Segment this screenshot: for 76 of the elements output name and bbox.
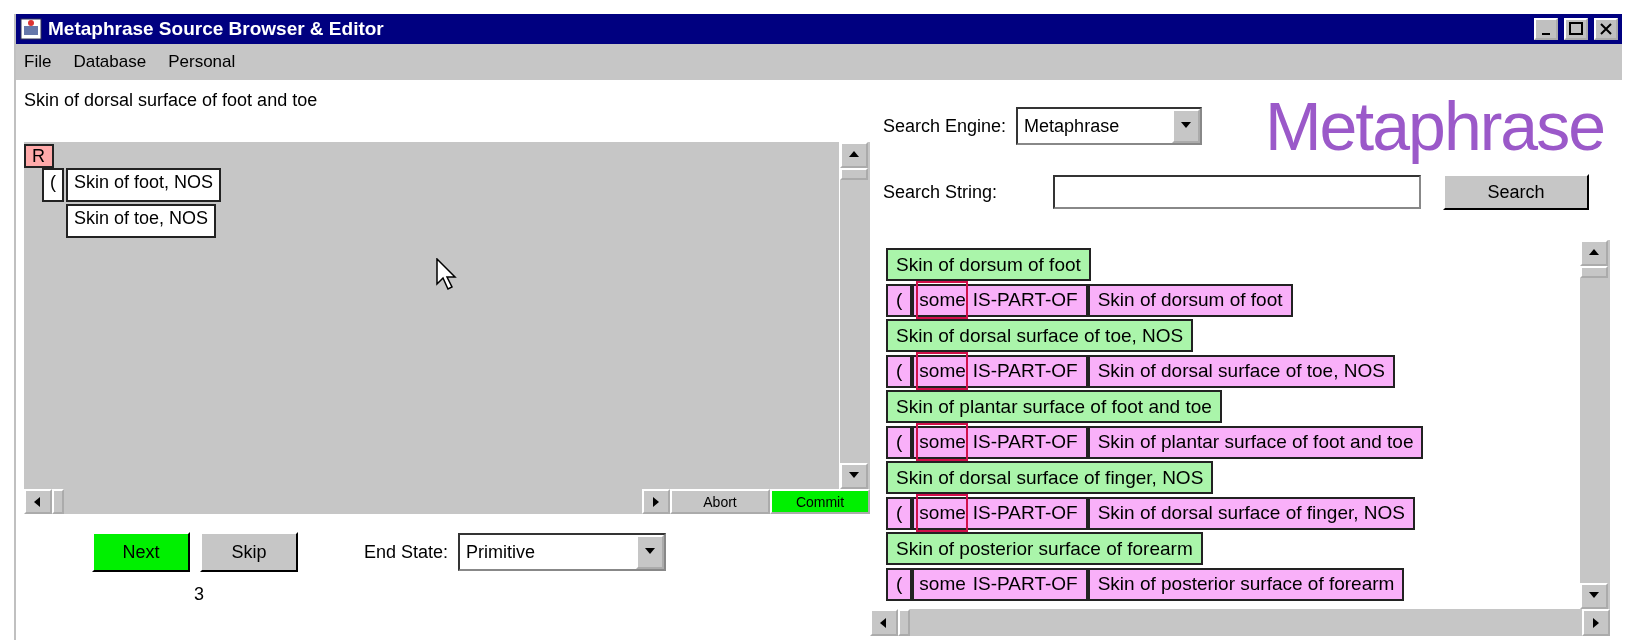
close-button[interactable] (1594, 18, 1618, 40)
relation-text: IS-PART-OF (972, 289, 1078, 311)
search-string-label: Search String: (883, 181, 999, 203)
concept-chip[interactable]: Skin of dorsal surface of toe, NOS (886, 319, 1194, 352)
concept-chip[interactable]: Skin of dorsal surface of finger, NOS (886, 461, 1214, 494)
scroll-thumb[interactable] (52, 489, 64, 514)
scroll-up-button[interactable] (1580, 240, 1608, 266)
target-chip[interactable]: Skin of plantar surface of foot and toe (1087, 425, 1424, 459)
root-node[interactable]: R (24, 144, 54, 168)
relation-chip[interactable]: some IS-PART-OF (912, 425, 1088, 459)
relation-text: IS-PART-OF (972, 573, 1078, 595)
menu-item[interactable]: File (24, 52, 52, 72)
relation-text: IS-PART-OF (972, 431, 1078, 453)
scroll-down-button[interactable] (840, 463, 868, 489)
paren-chip[interactable]: ( (886, 496, 913, 530)
concept-node[interactable]: Skin of toe, NOS (66, 204, 217, 238)
pointer-icon (436, 258, 458, 292)
skip-button[interactable]: Skip (200, 532, 298, 572)
menu-item[interactable]: Database (73, 52, 147, 72)
vertical-scrollbar[interactable] (839, 142, 870, 489)
paren-chip[interactable]: ( (886, 354, 913, 388)
quantifier-text: some (918, 572, 967, 596)
abort-button[interactable]: Abort (670, 489, 770, 514)
concept-node[interactable]: Skin of foot, NOS (66, 168, 222, 202)
scroll-up-button[interactable] (840, 142, 868, 168)
scroll-thumb[interactable] (898, 609, 910, 636)
scroll-right-button[interactable] (642, 489, 670, 514)
target-chip[interactable]: Skin of posterior surface of forearm (1087, 567, 1405, 601)
paren-chip[interactable]: ( (886, 567, 913, 601)
quantifier-text: some (916, 494, 968, 532)
quantifier-text: some (916, 281, 968, 319)
quantifier-text: some (916, 423, 968, 461)
maximize-button[interactable] (1564, 18, 1588, 40)
end-state-select[interactable]: Primitive (458, 533, 667, 571)
search-engine-select[interactable]: Metaphrase (1016, 107, 1203, 145)
relation-chip[interactable]: some IS-PART-OF (912, 354, 1088, 388)
search-field[interactable] (1053, 175, 1421, 209)
menu-item[interactable]: Personal (168, 52, 236, 72)
minimize-icon (1542, 33, 1550, 35)
minimize-button[interactable] (1534, 18, 1558, 40)
relation-text: IS-PART-OF (972, 502, 1078, 524)
app-icon (20, 18, 42, 40)
horizontal-scrollbar[interactable] (24, 489, 670, 514)
maximize-icon (1569, 22, 1583, 36)
concept-chip[interactable]: Skin of posterior surface of forearm (886, 532, 1203, 565)
concept-chip[interactable]: Skin of plantar surface of foot and toe (886, 390, 1222, 423)
paren-node[interactable]: ( (42, 168, 64, 202)
search-engine-label: Search Engine: (883, 115, 1007, 137)
scroll-down-button[interactable] (1580, 583, 1608, 609)
next-button[interactable]: Next (92, 532, 190, 572)
target-chip[interactable]: Skin of dorsal surface of finger, NOS (1087, 496, 1415, 530)
horizontal-scrollbar[interactable] (870, 609, 1610, 636)
relation-text: IS-PART-OF (972, 360, 1078, 382)
relation-chip[interactable]: some IS-PART-OF (912, 283, 1088, 317)
scroll-thumb[interactable] (840, 168, 868, 180)
relation-chip[interactable]: some IS-PART-OF (912, 567, 1088, 601)
scroll-left-button[interactable] (870, 609, 898, 636)
target-chip[interactable]: Skin of dorsum of foot (1087, 283, 1293, 317)
paren-chip[interactable]: ( (886, 283, 913, 317)
commit-button[interactable]: Commit (770, 489, 870, 514)
vertical-scrollbar[interactable] (1579, 240, 1610, 609)
window-title: Metaphrase Source Browser & Editor (48, 18, 385, 40)
concept-heading: Skin of dorsal surface of foot and toe (24, 89, 319, 112)
paren-chip[interactable]: ( (886, 425, 913, 459)
end-state-label: End State: (364, 541, 449, 563)
scroll-left-button[interactable] (24, 489, 52, 514)
logo: Metaphrase (1264, 87, 1604, 165)
target-chip[interactable]: Skin of dorsal surface of toe, NOS (1087, 354, 1395, 388)
count-text: 3 (194, 584, 204, 604)
search-button[interactable]: Search (1443, 174, 1589, 210)
close-icon (1600, 23, 1612, 35)
relation-chip[interactable]: some IS-PART-OF (912, 496, 1088, 530)
scroll-right-button[interactable] (1582, 609, 1610, 636)
concept-chip[interactable]: Skin of dorsum of foot (886, 248, 1091, 281)
scroll-thumb[interactable] (1580, 266, 1608, 278)
quantifier-text: some (916, 352, 968, 390)
